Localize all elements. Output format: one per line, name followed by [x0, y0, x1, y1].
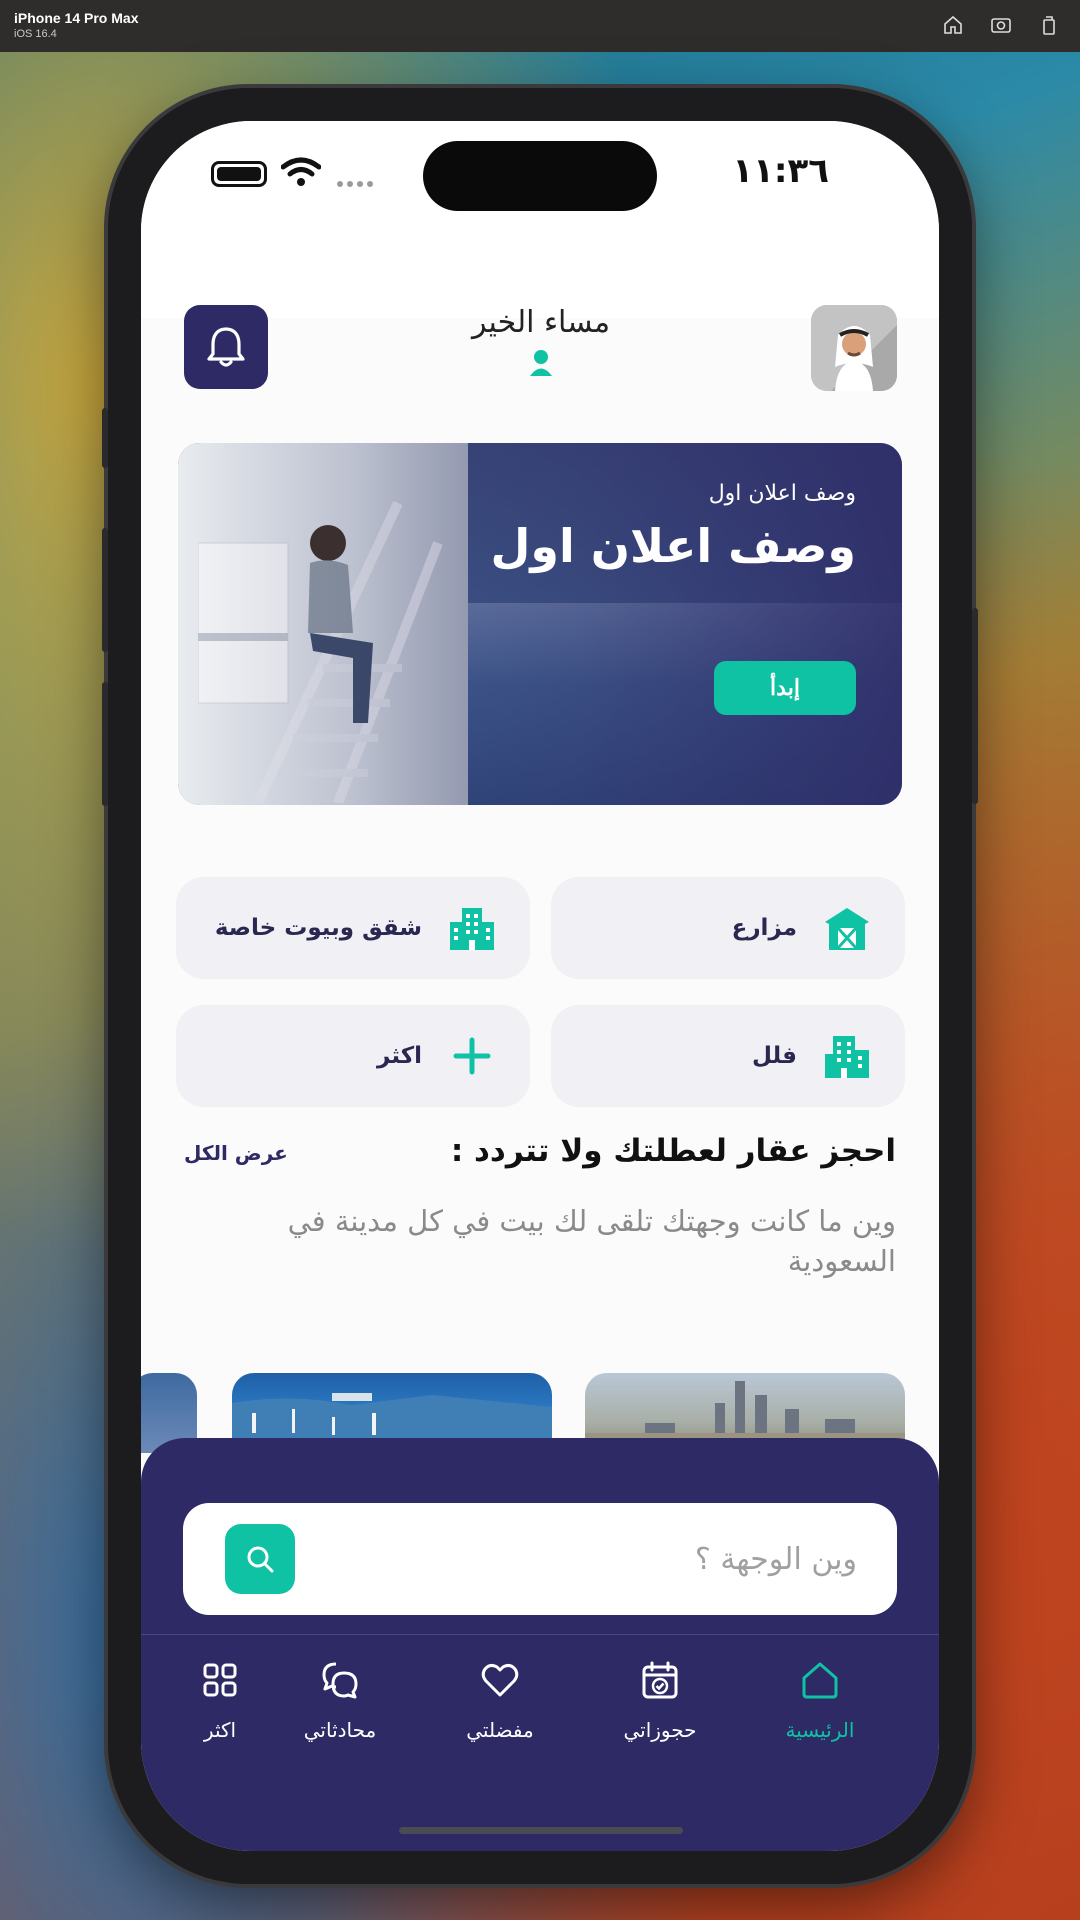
rotate-icon[interactable]	[1038, 14, 1060, 36]
category-apartments[interactable]: شقق وبيوت خاصة	[176, 877, 530, 979]
banner-title: وصف اعلان اول	[490, 519, 856, 573]
chat-icon	[322, 1662, 358, 1699]
see-all-link[interactable]: عرض الكل	[184, 1141, 288, 1165]
section-description: وين ما كانت وجهتك تلقى لك بيت في كل مدين…	[287, 1204, 896, 1278]
search-input[interactable]	[337, 1531, 857, 1587]
status-bar: ١١:٣٦	[141, 121, 939, 318]
home-icon[interactable]	[942, 14, 964, 36]
screenshot-icon[interactable]	[990, 14, 1012, 36]
banner-subtitle: وصف اعلان اول	[708, 481, 856, 506]
building-icon	[825, 1036, 869, 1078]
dynamic-island	[423, 141, 657, 211]
bottom-panel: الرئيسية حجوزاتي مفضلتي	[141, 1438, 939, 1851]
category-villas[interactable]: فلل	[551, 1005, 905, 1107]
nav-label: الرئيسية	[785, 1718, 855, 1742]
nav-label: محادثاتي	[303, 1718, 377, 1742]
category-more[interactable]: اكثر	[176, 1005, 530, 1107]
user-icon	[530, 350, 552, 376]
category-label: شقق وبيوت خاصة	[214, 915, 422, 941]
grid-icon	[203, 1663, 237, 1697]
search-icon	[247, 1546, 274, 1573]
simulator-os-version: iOS 16.4	[14, 28, 57, 40]
category-label: مزارع	[731, 915, 797, 941]
signal-icon	[337, 181, 373, 187]
category-farms[interactable]: مزارع	[551, 877, 905, 979]
simulator-toolbar: iPhone 14 Pro Max iOS 16.4	[0, 0, 1080, 52]
search-bar	[183, 1503, 897, 1615]
nav-label: اكثر	[203, 1718, 237, 1742]
volume-down-button	[102, 682, 108, 806]
calendar-check-icon	[642, 1661, 678, 1699]
start-button[interactable]: إبدأ	[714, 661, 856, 715]
home-icon	[802, 1662, 838, 1699]
nav-label: مفضلتي	[466, 1718, 534, 1742]
avatar[interactable]	[811, 305, 897, 391]
status-time: ١١:٣٦	[732, 151, 829, 191]
greeting-text: مساء الخير	[471, 305, 611, 340]
bell-icon	[207, 327, 245, 367]
search-button[interactable]	[225, 1524, 295, 1594]
nav-bookings[interactable]: حجوزاتي	[600, 1660, 720, 1742]
nav-more[interactable]: اكثر	[160, 1660, 280, 1742]
mute-switch	[102, 408, 108, 468]
wifi-icon	[281, 157, 321, 186]
app-screen: ١١:٣٦ مساء الخير وصف اعلان اول وصف اعلان…	[141, 121, 939, 1851]
volume-up-button	[102, 528, 108, 652]
building-icon	[450, 908, 494, 950]
divider	[141, 1634, 939, 1635]
nav-home[interactable]: الرئيسية	[760, 1660, 880, 1742]
phone-frame: ١١:٣٦ مساء الخير وصف اعلان اول وصف اعلان…	[102, 88, 978, 1884]
nav-label: حجوزاتي	[623, 1718, 697, 1742]
battery-icon	[211, 161, 267, 187]
nav-favorites[interactable]: مفضلتي	[440, 1660, 560, 1742]
heart-icon	[481, 1663, 519, 1697]
home-indicator	[399, 1827, 683, 1834]
category-label: اكثر	[377, 1043, 422, 1069]
section-title: احجز عقار لعطلتك ولا تتردد :	[450, 1133, 896, 1169]
power-button	[972, 608, 978, 804]
plus-icon	[453, 1037, 491, 1075]
simulator-device-name: iPhone 14 Pro Max	[14, 10, 139, 26]
promo-banner[interactable]: وصف اعلان اول وصف اعلان اول إبدأ	[178, 443, 902, 805]
barn-icon	[825, 908, 869, 950]
nav-chats[interactable]: محادثاتي	[280, 1660, 400, 1742]
notifications-button[interactable]	[184, 305, 268, 389]
category-label: فلل	[752, 1043, 797, 1069]
